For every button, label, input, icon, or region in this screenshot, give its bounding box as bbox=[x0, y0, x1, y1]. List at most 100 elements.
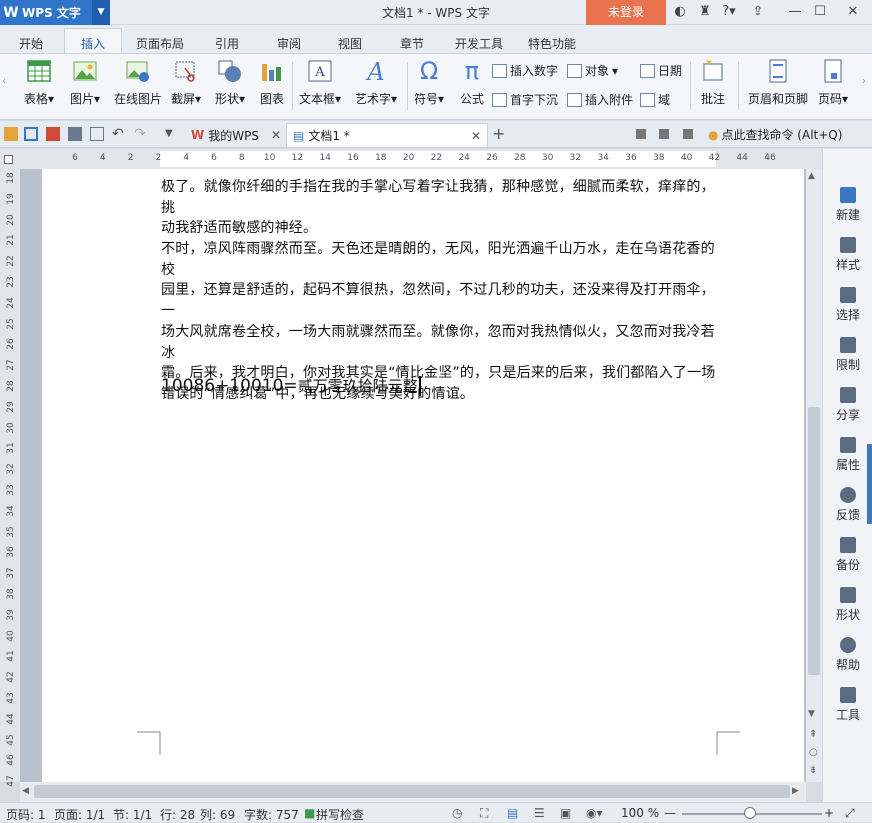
outline-view-icon[interactable]: ☰ bbox=[534, 806, 545, 820]
app-menu-button[interactable]: W WPS 文字 ▼ bbox=[0, 0, 110, 25]
tab-start[interactable]: 开始 bbox=[19, 35, 43, 52]
object-button[interactable]: 对象 ▾ bbox=[567, 62, 618, 79]
screenshot-button[interactable]: 截屏▾ bbox=[171, 58, 201, 107]
ruler-tick-label: 25 bbox=[6, 317, 16, 330]
horizontal-scrollbar[interactable]: ◀ ▶ bbox=[20, 782, 806, 802]
shirt-icon[interactable]: ♜ bbox=[695, 3, 715, 21]
formula-button[interactable]: π 公式 bbox=[459, 58, 485, 107]
sidebar-styles[interactable]: 样式 bbox=[823, 237, 872, 273]
chevron-down-icon[interactable]: ▼ bbox=[92, 0, 110, 25]
tab-review[interactable]: 审阅 bbox=[277, 35, 301, 52]
scroll-up-icon[interactable]: ▲ bbox=[808, 171, 815, 181]
redo-icon[interactable]: ↷ bbox=[134, 127, 148, 141]
zoom-slider-thumb[interactable] bbox=[744, 807, 756, 819]
date-button[interactable]: 日期 bbox=[640, 62, 682, 79]
picture-button[interactable]: 图片▾ bbox=[70, 58, 100, 107]
page-number-button[interactable]: 页码▾ bbox=[818, 58, 848, 107]
sidebar-new[interactable]: 新建 bbox=[823, 187, 872, 223]
zoom-level[interactable]: 100 % bbox=[621, 806, 659, 820]
doc-tab-document1[interactable]: ▤ 文档1 * ✕ bbox=[286, 123, 488, 147]
vertical-scrollbar[interactable]: ▲ ▼ ⇞ ○ ⇟ bbox=[806, 169, 822, 782]
new-tab-icon[interactable]: + bbox=[492, 126, 506, 142]
field-button[interactable]: 域 bbox=[640, 91, 670, 108]
scroll-left-icon[interactable]: ◀ bbox=[22, 786, 29, 796]
scrollbar-thumb[interactable] bbox=[34, 785, 790, 798]
tab-insert[interactable]: 插入 bbox=[81, 35, 105, 52]
ruler-tick-label: 34 bbox=[6, 505, 16, 517]
insert-attachment-button[interactable]: 插入附件 bbox=[567, 91, 633, 108]
shape-button[interactable]: 形状▾ bbox=[215, 58, 245, 107]
minimize-icon[interactable]: — bbox=[785, 3, 805, 21]
tab-features[interactable]: 特色功能 bbox=[528, 35, 576, 52]
online-picture-button[interactable]: 在线图片 bbox=[114, 58, 162, 107]
sidebar-properties[interactable]: 属性 bbox=[823, 437, 872, 473]
tab-page-layout[interactable]: 页面布局 bbox=[136, 35, 184, 52]
comment-button[interactable]: 批注 bbox=[700, 58, 726, 107]
table-button[interactable]: 表格▾ bbox=[24, 58, 54, 107]
dropcap-button[interactable]: 首字下沉 bbox=[492, 91, 558, 108]
command-search[interactable]: ● 点此查找命令 (Alt+Q) bbox=[708, 126, 842, 143]
customize-dropdown-icon[interactable]: ▼ bbox=[165, 127, 179, 141]
next-page-icon[interactable]: ⇟ bbox=[809, 765, 817, 776]
share-icon[interactable] bbox=[683, 129, 693, 139]
open-folder-icon[interactable] bbox=[4, 127, 18, 141]
export-pdf-icon[interactable] bbox=[46, 127, 60, 141]
tab-developer[interactable]: 开发工具 bbox=[455, 35, 503, 52]
undo-icon[interactable]: ↶ bbox=[112, 127, 126, 141]
doc-tab-my-wps[interactable]: W 我的WPS ✕ bbox=[185, 123, 285, 147]
scrollbar-thumb[interactable] bbox=[808, 407, 820, 675]
save-icon[interactable] bbox=[24, 127, 38, 141]
close-tab-icon[interactable]: ✕ bbox=[471, 129, 481, 143]
page-view-icon[interactable]: ▤ bbox=[507, 806, 518, 820]
wordart-button[interactable]: A 艺术字▾ bbox=[355, 58, 397, 107]
ribbon-scroll-right-icon[interactable]: › bbox=[862, 76, 866, 87]
margin-corner-right bbox=[716, 731, 740, 755]
scroll-right-icon[interactable]: ▶ bbox=[792, 786, 799, 796]
sidebar-help[interactable]: 帮助 bbox=[823, 637, 872, 673]
print-preview-icon[interactable] bbox=[90, 127, 104, 141]
tab-references[interactable]: 引用 bbox=[215, 35, 239, 52]
horizontal-ruler[interactable]: 6 4 2 2 4 6 8 10 12 14 16 18 20 22 24 26 28 30 32 34 36 38 40 4… bbox=[0, 149, 822, 169]
tab-stop-selector[interactable] bbox=[4, 155, 13, 164]
tab-view[interactable]: 视图 bbox=[338, 35, 362, 52]
close-tab-icon[interactable]: ✕ bbox=[271, 128, 281, 142]
sidebar-select[interactable]: 选择 bbox=[823, 287, 872, 323]
previous-page-icon[interactable]: ⇞ bbox=[809, 729, 817, 740]
theme-icon[interactable] bbox=[659, 129, 669, 139]
textbox-button[interactable]: A 文本框▾ bbox=[299, 58, 341, 107]
skin-icon[interactable]: ◐ bbox=[670, 3, 690, 21]
fullscreen-icon[interactable]: ⛶ bbox=[480, 806, 488, 821]
tab-section[interactable]: 章节 bbox=[400, 35, 424, 52]
sidebar-tools[interactable]: 工具 bbox=[823, 687, 872, 723]
header-footer-button[interactable]: 页眉和页脚 bbox=[748, 58, 808, 107]
status-page[interactable]: 页码: 1 bbox=[6, 806, 46, 823]
sidebar-restrict[interactable]: 限制 bbox=[823, 337, 872, 373]
zoom-out-icon[interactable]: — bbox=[664, 806, 676, 820]
help-icon[interactable]: ?▾ bbox=[718, 3, 740, 21]
close-icon[interactable]: ✕ bbox=[843, 3, 863, 21]
sidebar-share[interactable]: 分享 bbox=[823, 387, 872, 423]
maximize-icon[interactable]: ☐ bbox=[810, 3, 830, 21]
ribbon-scroll-left-icon[interactable]: ‹ bbox=[2, 76, 6, 87]
chart-button[interactable]: 图表 bbox=[259, 58, 285, 107]
print-icon[interactable] bbox=[68, 127, 82, 141]
eye-protection-icon[interactable]: ◉▾ bbox=[586, 806, 603, 820]
upload-icon[interactable]: ⇪ bbox=[748, 3, 768, 21]
sidebar-collapse-handle[interactable] bbox=[867, 444, 872, 524]
sidebar-backup[interactable]: 备份 bbox=[823, 537, 872, 573]
fit-page-icon[interactable]: ⤢ bbox=[845, 806, 855, 821]
zoom-in-icon[interactable]: + bbox=[824, 806, 834, 820]
sidebar-shapes[interactable]: 形状 bbox=[823, 587, 872, 623]
status-spellcheck[interactable]: 拼写检查 bbox=[316, 806, 364, 823]
scroll-down-icon[interactable]: ▼ bbox=[808, 709, 815, 719]
login-button[interactable]: 未登录 bbox=[586, 0, 666, 25]
sidebar-feedback[interactable]: 反馈 bbox=[823, 487, 872, 523]
reading-view-icon[interactable]: ▣ bbox=[560, 806, 571, 820]
vertical-ruler[interactable]: 18 19 20 21 22 23 24 25 26 27 28 29 30 31 32 33 34 35 36 37… bbox=[0, 169, 20, 787]
tab-list-icon[interactable] bbox=[636, 129, 646, 139]
status-word-count[interactable]: 字数: 757 bbox=[244, 806, 299, 823]
browse-object-icon[interactable]: ○ bbox=[809, 747, 818, 758]
history-icon[interactable]: ◷ bbox=[452, 806, 462, 820]
symbol-button[interactable]: Ω 符号▾ bbox=[414, 58, 444, 107]
insert-number-button[interactable]: 插入数字 bbox=[492, 62, 558, 79]
